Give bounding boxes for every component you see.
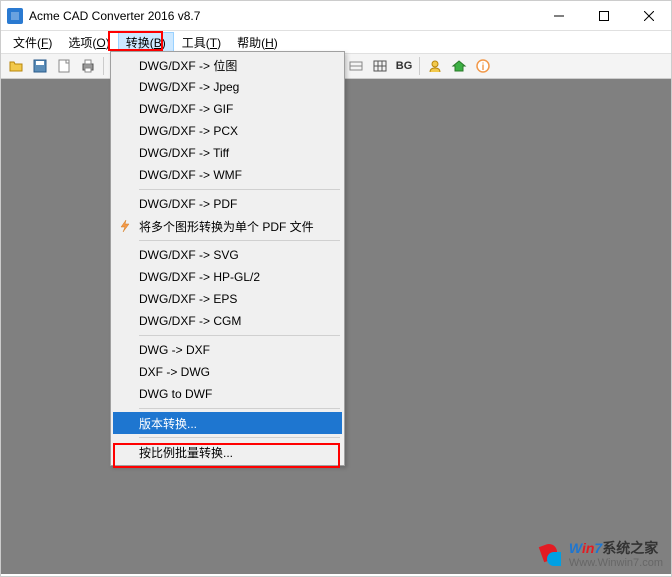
watermark-text: Win7系统之家 Www.Winwin7.com — [569, 540, 663, 570]
lightning-icon — [117, 218, 133, 234]
space-icon[interactable] — [345, 55, 367, 77]
menu-tools[interactable]: 工具(T) — [174, 32, 229, 53]
menu-item-dwg-to-gif[interactable]: DWG/DXF -> GIF — [113, 98, 342, 120]
user-icon[interactable] — [424, 55, 446, 77]
app-icon — [7, 8, 23, 24]
menu-item-dwg-to-hpgl[interactable]: DWG/DXF -> HP-GL/2 — [113, 266, 342, 288]
menu-item-dwg-to-bitmap[interactable]: DWG/DXF -> 位图 — [113, 54, 342, 76]
menu-item-dwg-to-eps[interactable]: DWG/DXF -> EPS — [113, 288, 342, 310]
grid-icon[interactable] — [369, 55, 391, 77]
menu-item-batch-scale-convert[interactable]: 按比例批量转换... — [113, 441, 342, 463]
menu-bar: 文件(F) 选项(O) 转换(B) 工具(T) 帮助(H) — [1, 31, 671, 53]
print-icon[interactable] — [77, 55, 99, 77]
menu-item-dwg-to-cgm[interactable]: DWG/DXF -> CGM — [113, 310, 342, 332]
menu-separator — [139, 189, 340, 190]
menu-help[interactable]: 帮助(H) — [229, 32, 286, 53]
title-bar: Acme CAD Converter 2016 v8.7 — [1, 1, 671, 31]
maximize-button[interactable] — [581, 1, 626, 31]
open-icon[interactable] — [5, 55, 27, 77]
menu-convert[interactable]: 转换(B) — [118, 32, 174, 53]
info-icon[interactable]: i — [472, 55, 494, 77]
convert-menu-dropdown: DWG/DXF -> 位图 DWG/DXF -> Jpeg DWG/DXF ->… — [110, 51, 345, 466]
watermark: Win7系统之家 Www.Winwin7.com — [537, 540, 663, 570]
menu-separator — [139, 240, 340, 241]
toolbar-separator — [419, 57, 420, 75]
menu-item-version-convert[interactable]: 版本转换... — [113, 412, 342, 434]
menu-item-dwg-to-dwf[interactable]: DWG to DWF — [113, 383, 342, 405]
menu-item-dwg-to-wmf[interactable]: DWG/DXF -> WMF — [113, 164, 342, 186]
toolbar-separator — [103, 57, 104, 75]
home-icon[interactable] — [448, 55, 470, 77]
menu-item-dwg-to-pdf[interactable]: DWG/DXF -> PDF — [113, 193, 342, 215]
menu-separator — [139, 408, 340, 409]
background-toggle[interactable]: BG — [393, 55, 415, 77]
close-button[interactable] — [626, 1, 671, 31]
watermark-logo-icon — [537, 542, 563, 568]
menu-item-dwg-to-svg[interactable]: DWG/DXF -> SVG — [113, 244, 342, 266]
window-controls — [536, 1, 671, 31]
menu-item-dwg-to-dxf[interactable]: DWG -> DXF — [113, 339, 342, 361]
menu-separator — [139, 335, 340, 336]
menu-file[interactable]: 文件(F) — [5, 32, 60, 53]
minimize-button[interactable] — [536, 1, 581, 31]
save-icon[interactable] — [29, 55, 51, 77]
svg-text:i: i — [482, 62, 485, 73]
menu-item-dxf-to-dwg[interactable]: DXF -> DWG — [113, 361, 342, 383]
menu-separator — [139, 437, 340, 438]
menu-item-dwg-to-tiff[interactable]: DWG/DXF -> Tiff — [113, 142, 342, 164]
menu-item-dwg-to-pcx[interactable]: DWG/DXF -> PCX — [113, 120, 342, 142]
menu-item-merge-pdf[interactable]: 将多个图形转换为单个 PDF 文件 — [113, 215, 342, 237]
window-title: Acme CAD Converter 2016 v8.7 — [29, 9, 536, 23]
menu-options[interactable]: 选项(O) — [60, 32, 117, 53]
new-icon[interactable] — [53, 55, 75, 77]
menu-item-dwg-to-jpeg[interactable]: DWG/DXF -> Jpeg — [113, 76, 342, 98]
